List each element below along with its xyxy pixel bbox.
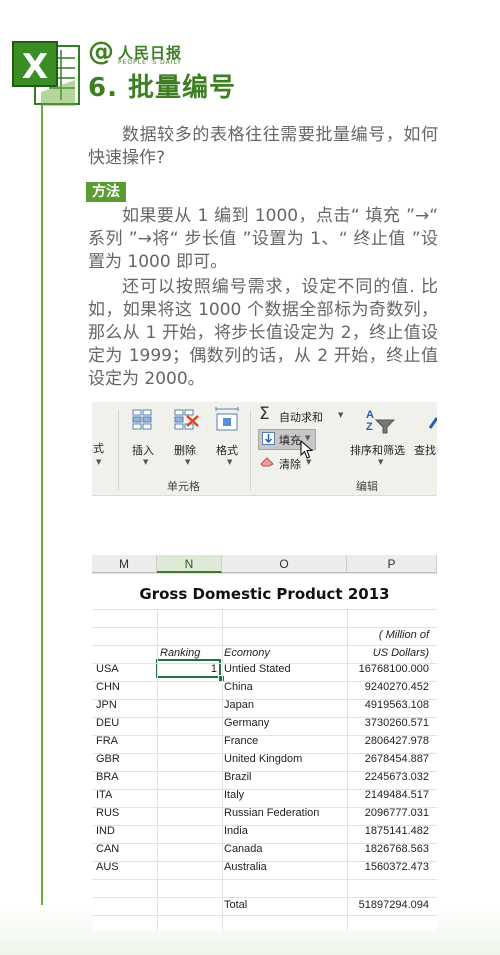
column-header-p[interactable]: P	[347, 555, 437, 573]
grid-row-line	[92, 573, 437, 574]
fill-button[interactable]: 填充	[279, 432, 301, 448]
method-paragraph: 如果要从 1 编到 1000，点击“ 填充 ”→“ 系列 ”→将“ 步长值 ”设…	[88, 206, 438, 272]
active-cell-outline[interactable]	[156, 659, 221, 678]
tip-paragraph: 还可以按照编号需求，设定不同的值. 比如，如果将这 1000 个数据全部标为奇数…	[88, 277, 438, 389]
chevron-down-icon: ▼	[96, 458, 102, 466]
chevron-down-icon: ▼	[227, 458, 233, 466]
chevron-down-icon: ▼	[378, 458, 384, 466]
eraser-icon[interactable]	[260, 456, 275, 467]
chevron-down-icon: ▼	[338, 411, 344, 419]
insert-button[interactable]: 插入	[132, 442, 154, 458]
svg-text:X: X	[22, 47, 48, 87]
ribbon-separator	[250, 410, 251, 490]
grid-column-line	[347, 609, 348, 931]
grid-row-line	[92, 681, 437, 682]
grid-row-line	[92, 591, 437, 592]
insert-cells-icon[interactable]	[132, 408, 158, 430]
grid-row-line	[92, 753, 437, 754]
total-value: 51897294.094	[358, 899, 429, 911]
grid-row-line	[92, 609, 437, 610]
grid-row-line	[92, 663, 437, 664]
grid-row-line	[92, 771, 437, 772]
grid-column-line	[157, 609, 158, 931]
table-title: Gross Domestic Product 2013	[139, 585, 390, 603]
grid-row-line	[92, 645, 437, 646]
find-button[interactable]: 查找	[414, 442, 436, 458]
autosum-button[interactable]: 自动求和	[279, 409, 323, 425]
chevron-down-icon: ▼	[143, 458, 149, 466]
chevron-down-icon: ▼	[306, 458, 312, 466]
fill-down-icon[interactable]	[262, 432, 275, 445]
green-vertical-rule	[41, 96, 43, 955]
cells-group-label: 单元格	[167, 480, 200, 493]
sort-filter-icon[interactable]: A Z	[364, 406, 396, 434]
sigma-icon[interactable]: Σ	[259, 404, 270, 424]
grid-row-line	[92, 735, 437, 736]
brand-english: PEOPLE' S DAILY	[118, 59, 182, 66]
svg-text:Z: Z	[366, 421, 373, 433]
unit-label-line1: ( Million of	[378, 629, 429, 641]
excel-ribbon: 样式 ▼ 插入 ▼ 删除 ▼ 格式 ▼ 单元格 Σ 自动求和 ▼ 填充 ▼ 清	[92, 402, 437, 496]
format-button[interactable]: 格式	[216, 442, 238, 458]
brand-at: @	[88, 37, 114, 67]
svg-text:A: A	[366, 409, 374, 421]
grid-row-line	[92, 627, 437, 628]
spreadsheet-grid[interactable]: M N O P Gross Domestic Product 2013 ( Mi…	[92, 555, 437, 931]
editing-group-label: 编辑	[356, 480, 378, 493]
grid-row-line	[92, 897, 437, 898]
format-as-table-partial[interactable]: 样式	[92, 440, 104, 456]
grid-row-line	[92, 843, 437, 844]
grid-row-line	[92, 789, 437, 790]
grid-row-line	[92, 915, 437, 916]
grid-row-line	[92, 717, 437, 718]
column-header-o[interactable]: O	[222, 555, 347, 573]
grid-column-line	[222, 609, 223, 931]
excel-x-icon: X	[12, 41, 80, 106]
find-select-icon[interactable]	[428, 416, 437, 430]
peoples-daily-brand: @ 人民日报 PEOPLE' S DAILY	[88, 38, 228, 68]
mouse-cursor-icon	[300, 440, 314, 459]
chevron-down-icon: ▼	[185, 458, 191, 466]
format-cells-icon[interactable]	[214, 406, 240, 432]
grid-row-line	[92, 879, 437, 880]
sort-filter-button[interactable]: 排序和筛选	[350, 442, 405, 458]
total-label: Total	[224, 899, 248, 911]
column-header-m[interactable]: M	[92, 555, 157, 573]
delete-cells-icon[interactable]	[174, 408, 200, 430]
grid-row-line	[92, 861, 437, 862]
grid-row-line	[92, 825, 437, 826]
column-header-n[interactable]: N	[157, 555, 222, 573]
grid-row-line	[92, 699, 437, 700]
intro-paragraph: 数据较多的表格往往需要批量编号，如何快速操作?	[88, 125, 438, 168]
grid-row-line	[92, 807, 437, 808]
method-badge: 方法	[86, 182, 126, 202]
clear-button[interactable]: 清除	[279, 456, 301, 472]
delete-button[interactable]: 删除	[174, 442, 196, 458]
page-title: 6. 批量编号	[88, 73, 237, 103]
ribbon-separator	[118, 410, 119, 490]
